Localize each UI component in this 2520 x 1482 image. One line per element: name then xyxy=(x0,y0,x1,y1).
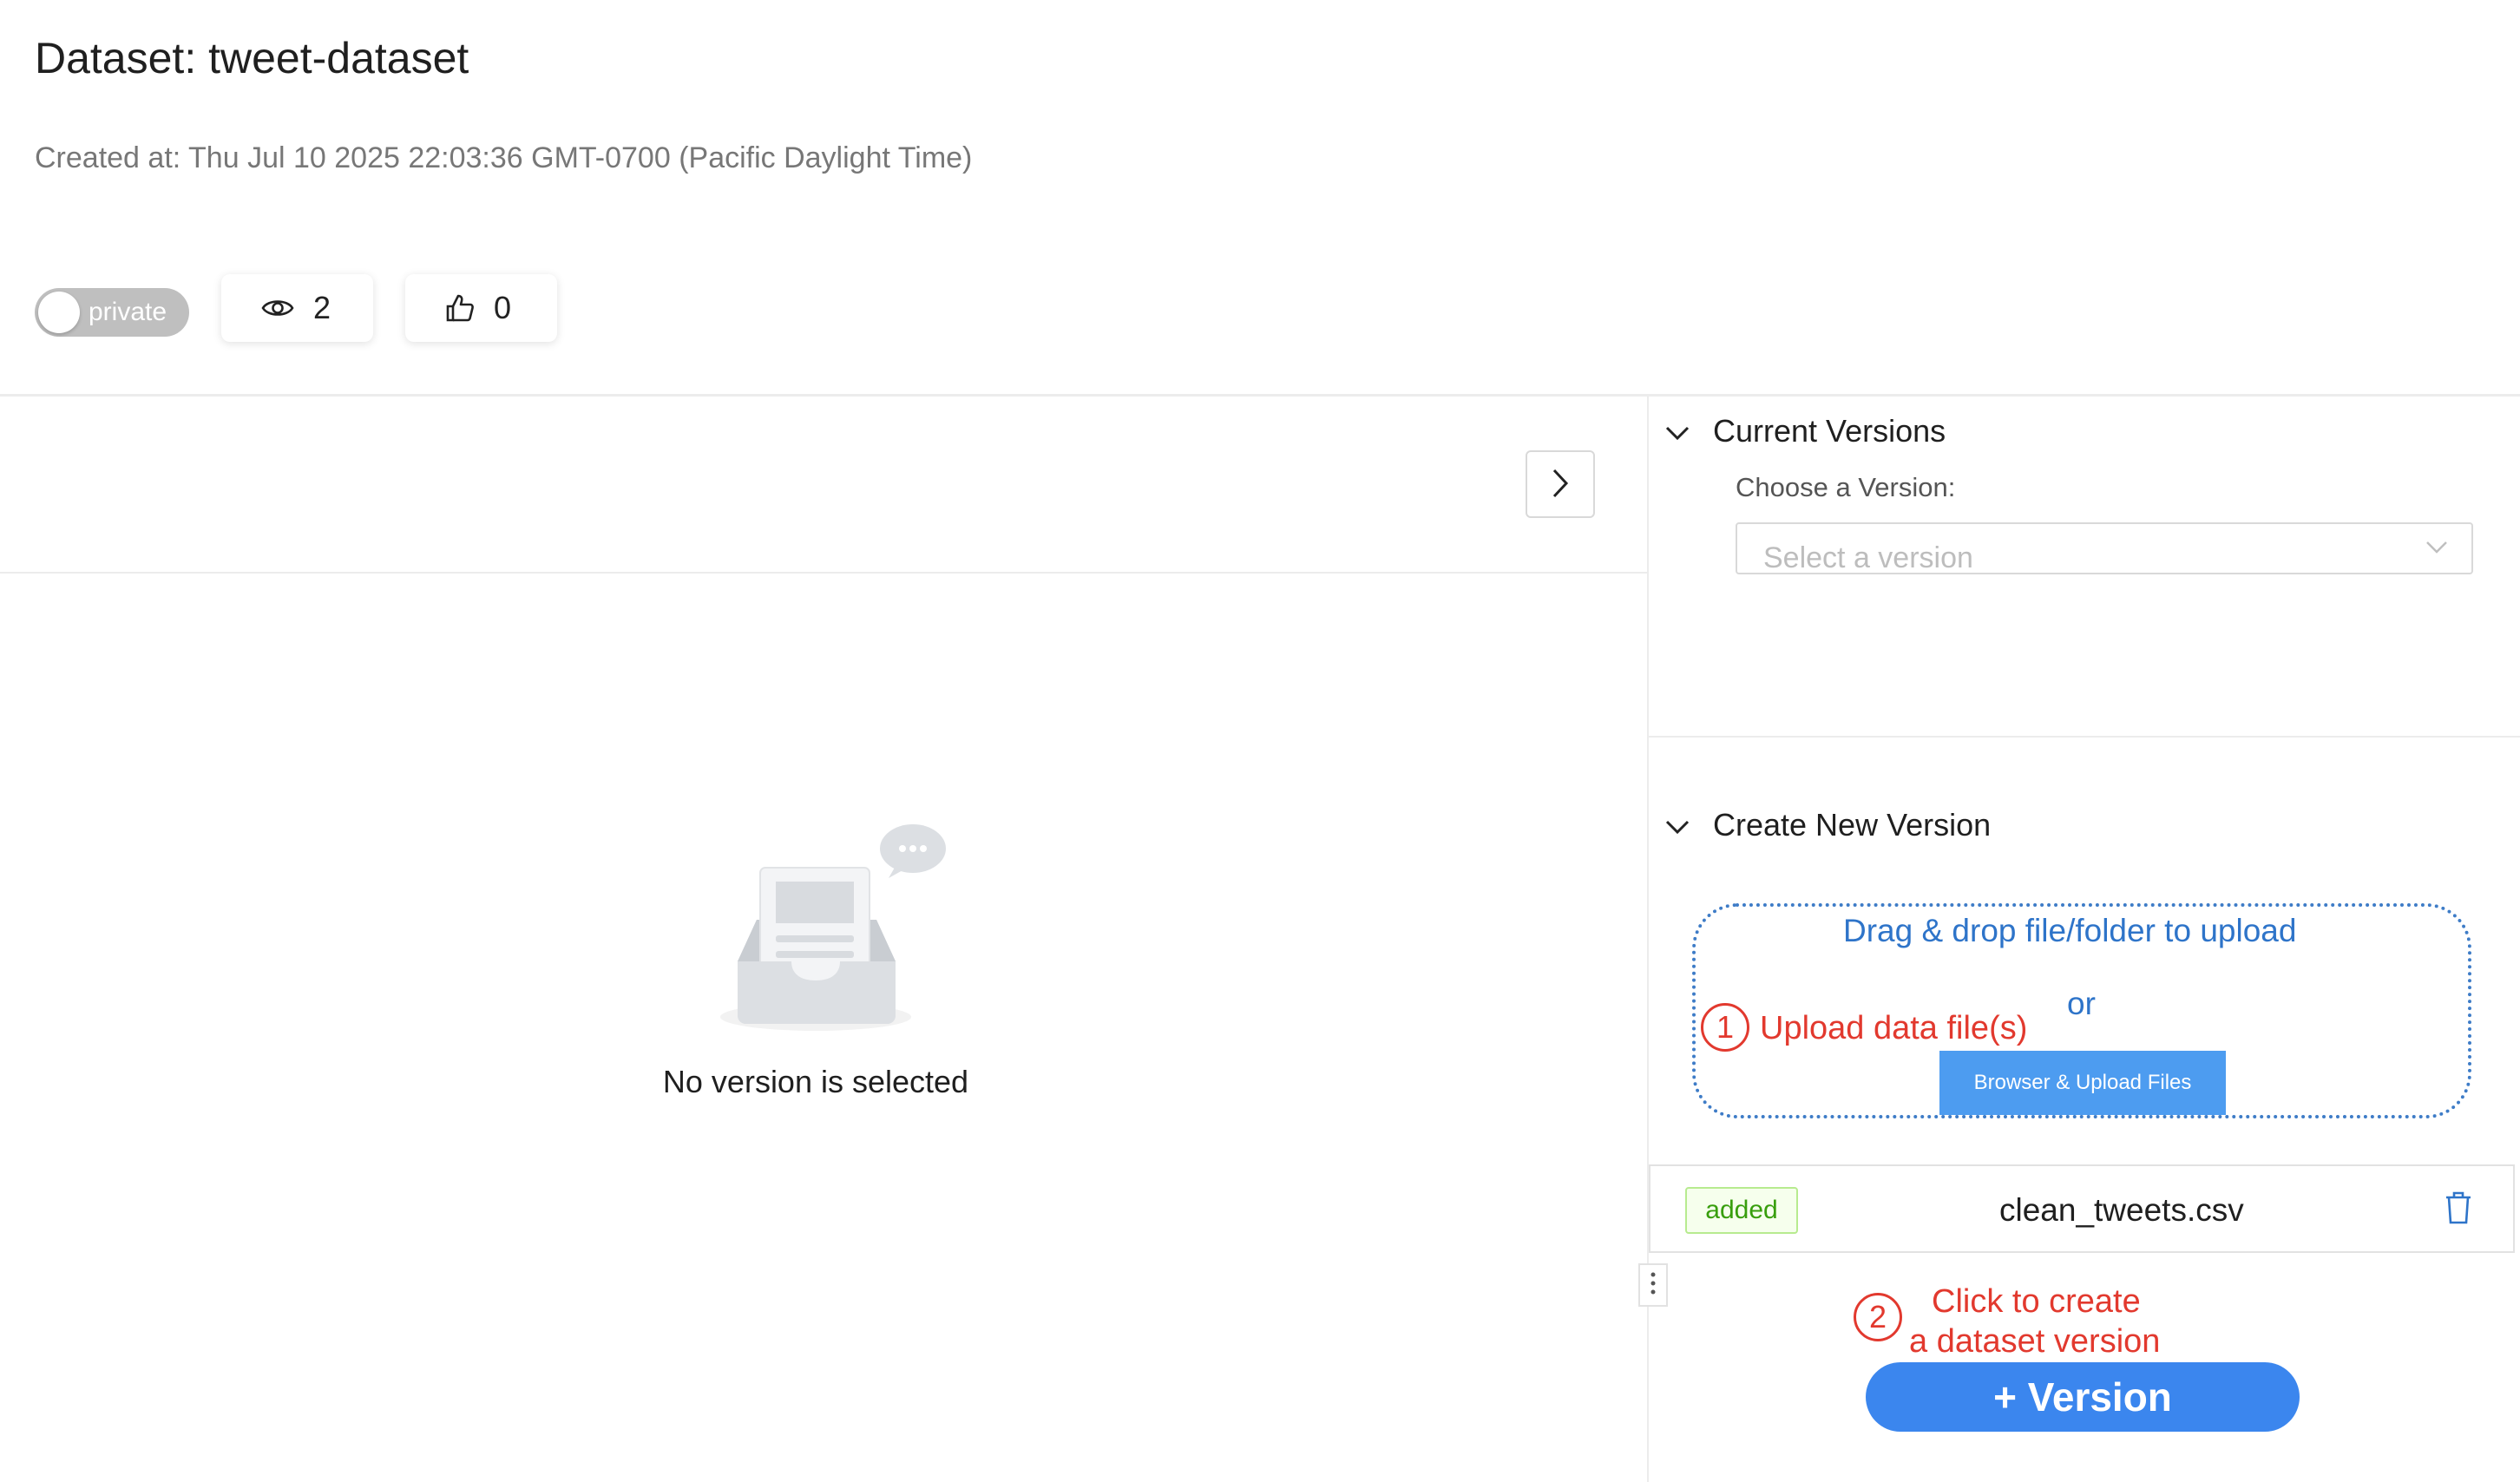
file-name: clean_tweets.csv xyxy=(1999,1192,2244,1228)
create-version-header[interactable]: Create New Version xyxy=(1664,807,1991,843)
empty-state-message: No version is selected xyxy=(662,1064,969,1099)
views-count: 2 xyxy=(313,290,331,325)
step2-badge: 2 xyxy=(1854,1293,1902,1341)
resize-handle[interactable] xyxy=(1638,1263,1668,1307)
panel-divider xyxy=(1647,396,1649,1482)
step1-annotation: Upload data file(s) xyxy=(1760,1010,2028,1046)
create-version-title: Create New Version xyxy=(1713,807,1992,843)
create-version-button[interactable]: + Version xyxy=(1866,1362,2300,1432)
version-select-placeholder: Select a version xyxy=(1763,541,1973,574)
step1-badge: 1 xyxy=(1701,1003,1749,1052)
choose-version-label: Choose a Version: xyxy=(1736,472,1956,502)
step2-annotation-line1: Click to create xyxy=(1932,1283,2141,1320)
expand-panel-button[interactable] xyxy=(1526,450,1595,518)
eye-icon xyxy=(261,297,294,319)
current-versions-header[interactable]: Current Versions xyxy=(1664,413,1946,449)
chevron-down-icon xyxy=(2425,538,2449,561)
views-counter: 2 xyxy=(221,274,373,342)
empty-inbox-illustration xyxy=(712,816,955,1046)
file-status-tag: added xyxy=(1685,1187,1798,1234)
browse-upload-button[interactable]: Browser & Upload Files xyxy=(1939,1051,2226,1115)
section-divider xyxy=(1649,736,2520,738)
visibility-label: private xyxy=(89,298,167,326)
file-list-item: added clean_tweets.csv xyxy=(1649,1164,2515,1253)
current-versions-title: Current Versions xyxy=(1713,413,1946,449)
thumbs-up-icon xyxy=(445,293,475,323)
toolbar-divider xyxy=(0,572,1647,574)
likes-count: 0 xyxy=(494,290,512,325)
dropzone-text: Drag & drop file/folder to upload xyxy=(1843,913,2297,948)
chevron-down-icon xyxy=(1664,413,1690,449)
header-divider xyxy=(0,394,2520,397)
dropzone-or-text: or xyxy=(2067,986,2096,1021)
visibility-toggle[interactable]: private xyxy=(35,288,189,337)
step2-annotation-line2: a dataset version xyxy=(1909,1323,2161,1360)
chevron-right-icon xyxy=(1547,468,1573,502)
version-select[interactable]: Select a version xyxy=(1736,522,2473,574)
chevron-down-icon xyxy=(1664,807,1690,843)
page-title: Dataset: tweet-dataset xyxy=(35,34,469,82)
toggle-knob xyxy=(38,292,80,333)
created-at-text: Created at: Thu Jul 10 2025 22:03:36 GMT… xyxy=(35,141,973,174)
trash-icon[interactable] xyxy=(2444,1190,2473,1230)
like-button[interactable]: 0 xyxy=(405,274,557,342)
vertical-dots-icon xyxy=(1650,1271,1657,1300)
